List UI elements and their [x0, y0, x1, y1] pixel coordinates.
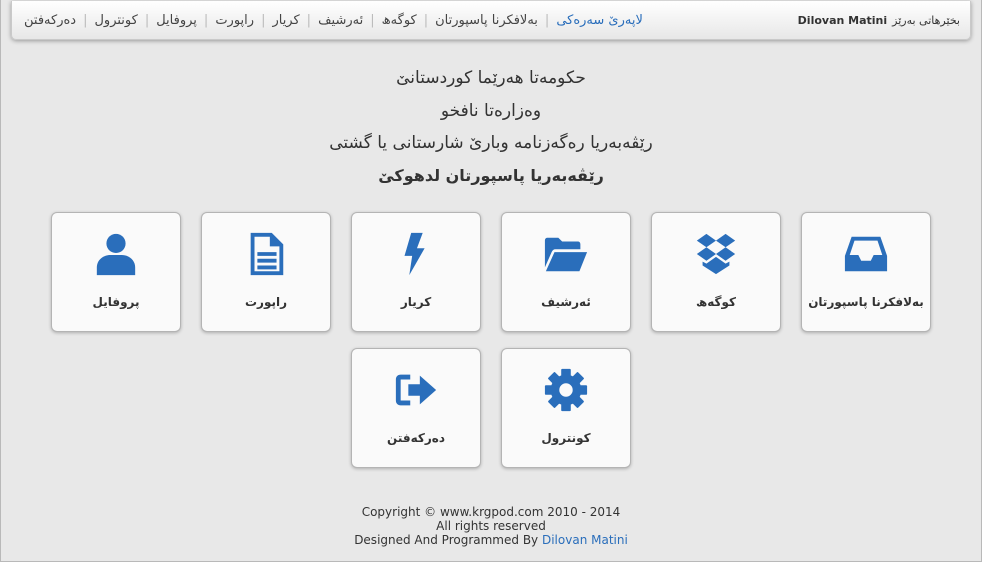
tile-store[interactable]: کوگەھ [651, 212, 781, 332]
sign-out-icon [352, 366, 480, 414]
tile-report[interactable]: راپورت [201, 212, 331, 332]
footer-designed-prefix: Designed And Programmed By [354, 533, 539, 547]
top-navbar: دەرکەفتن | کونترول | پروفایل | راپورت | … [11, 1, 971, 40]
footer-designer-link[interactable]: Dilovan Matini [542, 533, 628, 547]
tile-label: دەرکەفتن [387, 431, 445, 445]
folder-open-icon [502, 230, 630, 278]
tile-profile[interactable]: پروفایل [51, 212, 181, 332]
bolt-icon [352, 230, 480, 278]
tile-logout[interactable]: دەرکەفتن [351, 348, 481, 468]
nav-link-passport[interactable]: بەلافکرنا پاسپورتان [435, 13, 538, 28]
file-text-icon [202, 230, 330, 278]
header-ministry: وەزارەتا نافخو [440, 100, 542, 121]
welcome-message: Dilovan Matini بخێرهاتی بەرێز [798, 14, 960, 27]
page-header: حکومەتا هەرێما کوردستانێ وەزارەتا نافخو … [0, 62, 982, 192]
tile-label: بەلافکرنا پاسپورتان [808, 295, 924, 309]
tile-label: پروفایل [92, 295, 140, 309]
nav-link-logout[interactable]: دەرکەفتن [24, 13, 76, 28]
nav-link-profile[interactable]: پروفایل [156, 13, 197, 28]
header-directorate: رێڤەبەریا رەگەزنامە وبارێ شارستانی یا گش… [329, 133, 653, 153]
nav-separator: | [306, 12, 312, 28]
nav-separator: | [544, 12, 550, 28]
nav-link-home[interactable]: لاپەرێ سەرەکی [556, 13, 643, 28]
footer-credits: Designed And Programmed By Dilovan Matin… [0, 533, 982, 547]
user-icon [52, 230, 180, 278]
nav-separator: | [423, 12, 429, 28]
footer-rights: All rights reserved [436, 519, 546, 533]
nav-link-report[interactable]: راپورت [215, 13, 254, 28]
footer-copyright: Copyright © www.krgpod.com 2010 - 2014 [361, 505, 621, 519]
tile-archive[interactable]: ئەرشیف [501, 212, 631, 332]
tile-label: کونترول [541, 431, 591, 445]
user-name: Dilovan Matini [797, 13, 888, 27]
nav-link-control[interactable]: کونترول [94, 13, 137, 28]
nav-separator: | [203, 12, 209, 28]
tile-passport[interactable]: بەلافکرنا پاسپورتان [801, 212, 931, 332]
welcome-prefix: بخێرهاتی بەرێز [892, 13, 960, 27]
header-office: رێڤەبەریا پاسپورتان لدهوکێ [378, 165, 604, 185]
nav-separator: | [261, 12, 266, 28]
gear-icon [502, 366, 630, 414]
nav-separator: | [144, 12, 150, 28]
inbox-icon [802, 230, 930, 278]
nav-separator: | [370, 12, 375, 28]
tile-customer[interactable]: کریار [351, 212, 481, 332]
nav-link-archive[interactable]: ئەرشیف [318, 13, 363, 28]
header-government: حکومەتا هەرێما کوردستانێ [396, 68, 586, 88]
tile-label: راپورت [244, 295, 288, 309]
nav-links: دەرکەفتن | کونترول | پروفایل | راپورت | … [24, 13, 643, 28]
tile-label: ئەرشیف [541, 295, 591, 309]
nav-link-store[interactable]: کوگەھ [382, 13, 417, 28]
tile-control[interactable]: کونترول [501, 348, 631, 468]
tile-label: کوگەھ [695, 295, 736, 309]
dropbox-icon [652, 230, 780, 278]
page-footer: Copyright © www.krgpod.com 2010 - 2014 A… [0, 505, 982, 547]
tile-label: کریار [400, 295, 432, 309]
nav-separator: | [83, 12, 88, 28]
nav-link-customer[interactable]: کریار [272, 13, 299, 28]
